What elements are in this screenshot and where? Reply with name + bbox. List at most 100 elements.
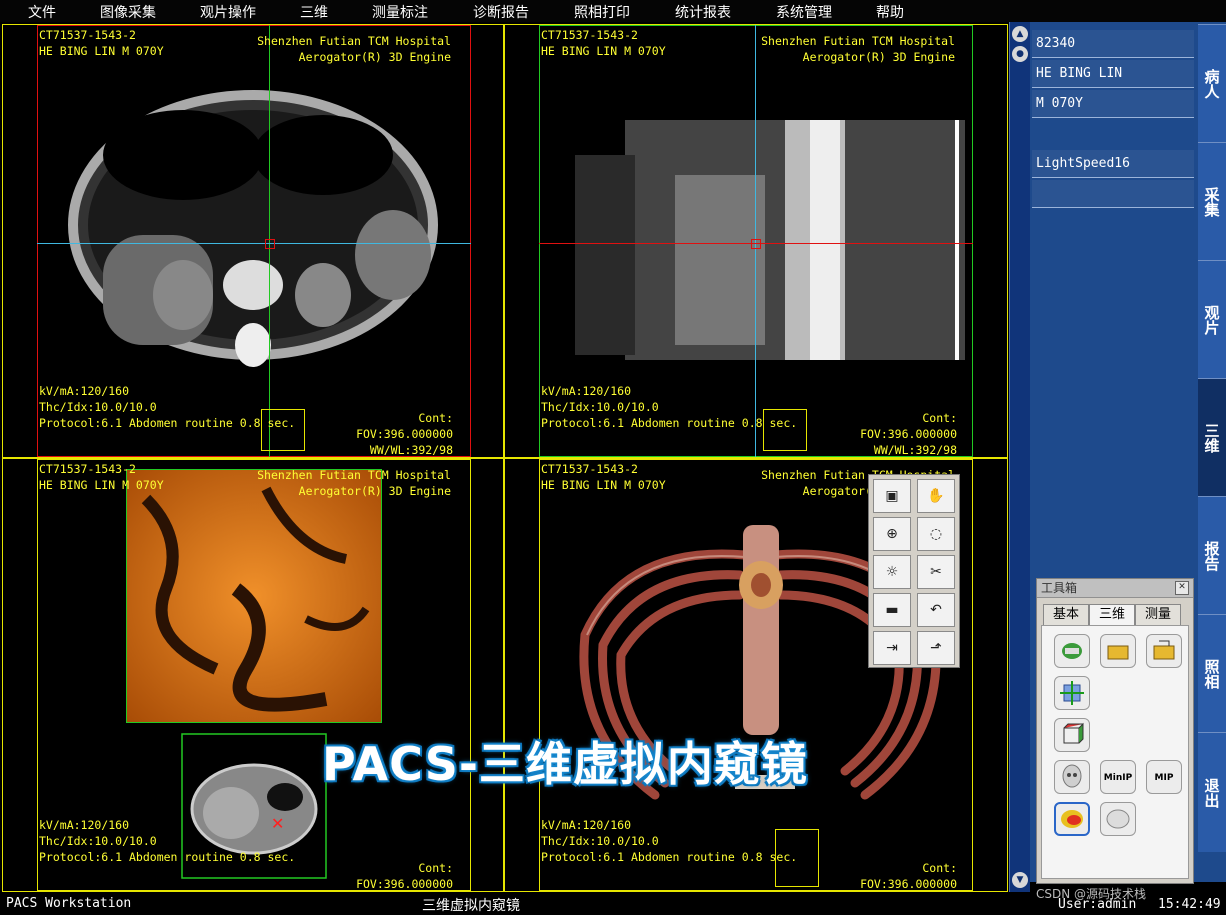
sun-brightness-icon[interactable]: ☼ [873, 555, 911, 589]
viewport-sagittal[interactable]: CT71537-1543-2 HE BING LIN M 070Y Shenzh… [504, 24, 1008, 458]
side-tab-photo[interactable]: 照相 [1198, 614, 1226, 732]
side-tab-view[interactable]: 观片 [1198, 260, 1226, 378]
patient-sex-age: M 070Y [1032, 90, 1194, 118]
engine-label: Aerogator(R) 3D Engine [802, 50, 955, 64]
toolbox-window: 工具箱 ✕ 基本 三维 测量 MinIP MIP [1036, 578, 1194, 884]
export-icon[interactable]: ⬏ [917, 631, 955, 665]
menu-system[interactable]: 系统管理 [776, 2, 832, 22]
cont-label: Cont: [418, 411, 453, 425]
hospital-label: Shenzhen Futian TCM Hospital [257, 468, 451, 482]
viewport-endoscopy[interactable]: ✕ CT71537-1543-2 HE BING LIN M 070Y Shen… [2, 458, 504, 892]
axial-ct-image [68, 90, 438, 367]
kv-label: kV/mA:120/160 [39, 384, 130, 398]
close-icon[interactable]: ✕ [1175, 581, 1189, 595]
engine-label: Aerogator(R) 3D Engine [298, 50, 451, 64]
protocol-label: Protocol:6.1 Abdomen routine 0.8 sec. [541, 850, 798, 864]
camera-position-marker: ✕ [271, 814, 284, 833]
status-bar: PACS Workstation 三维虚拟内窥镜 CSDN @源码技术栈 Use… [0, 887, 1226, 915]
hospital-label: Shenzhen Futian TCM Hospital [761, 34, 955, 48]
tab-3d[interactable]: 三维 [1089, 604, 1135, 625]
menu-print[interactable]: 照相打印 [574, 2, 630, 22]
title-watermark: PACS-三维虚拟内窥镜 [322, 737, 808, 791]
menu-statistics[interactable]: 统计报表 [675, 2, 731, 22]
patient-label: HE BING LIN M 070Y [39, 44, 164, 58]
orientation-cube-icon[interactable] [775, 829, 819, 887]
menu-bar: 文件 图像采集 观片操作 三维 测量标注 诊断报告 照相打印 统计报表 系统管理… [0, 0, 1226, 22]
mpr-plane-icon[interactable] [1054, 676, 1090, 710]
menu-report[interactable]: 诊断报告 [473, 2, 529, 22]
save-folder-icon[interactable] [1146, 634, 1182, 668]
status-time: 15:42:49 [1158, 897, 1221, 912]
study-id: CT71537-1543-2 [39, 462, 136, 476]
side-tab-3d[interactable]: 三维 [1198, 378, 1226, 496]
patient-label: HE BING LIN M 070Y [541, 44, 666, 58]
lasso-icon[interactable]: ◌ [917, 517, 955, 551]
orientation-cube-icon[interactable] [261, 409, 305, 451]
kv-label: kV/mA:120/160 [541, 384, 632, 398]
thc-label: Thc/Idx:10.0/10.0 [541, 400, 659, 414]
kv-label: kV/mA:120/160 [39, 818, 130, 832]
status-mode: 三维虚拟内窥镜 [422, 898, 520, 914]
study-id: CT71537-1543-2 [39, 28, 136, 42]
crosshair-center[interactable] [751, 239, 761, 249]
crosshair-horizontal[interactable] [37, 243, 471, 244]
wwwl-label: WW/WL:392/98 [369, 443, 453, 457]
thc-label: Thc/Idx:10.0/10.0 [39, 834, 157, 848]
fov-label: FOV:396.000000 [860, 877, 957, 891]
menu-file[interactable]: 文件 [28, 2, 56, 22]
empty-field [1032, 180, 1194, 208]
scroll-up-icon[interactable]: ▲ [1012, 26, 1028, 42]
scissors-icon[interactable]: ✂ [917, 555, 955, 589]
tab-measure[interactable]: 测量 [1135, 604, 1181, 626]
undo-icon[interactable]: ↶ [917, 593, 955, 627]
fov-label: FOV:396.000000 [860, 427, 957, 441]
viewport-axial[interactable]: CT71537-1543-2 HE BING LIN M 070Y Shenzh… [2, 24, 504, 458]
skull-icon[interactable] [1054, 760, 1090, 794]
wwwl-label: WW/WL:392/98 [873, 443, 957, 457]
split-view-icon[interactable]: ⇥ [873, 631, 911, 665]
open-folder-icon[interactable] [1100, 634, 1136, 668]
crosshair-center[interactable] [265, 239, 275, 249]
ruler-icon[interactable]: ▬ [873, 593, 911, 627]
zoom-icon[interactable]: ⊕ [873, 517, 911, 551]
patient-name: HE BING LIN [1032, 60, 1194, 88]
engine-label: Aerogator(R) 3D Engine [298, 484, 451, 498]
menu-view-ops[interactable]: 观片操作 [200, 2, 256, 22]
scroll-down-icon[interactable]: ▼ [1012, 872, 1028, 888]
tab-basic[interactable]: 基本 [1043, 604, 1089, 626]
protocol-label: Protocol:6.1 Abdomen routine 0.8 sec. [39, 416, 296, 430]
orientation-cube-icon[interactable] [763, 409, 807, 451]
menu-help[interactable]: 帮助 [876, 2, 904, 22]
virtual-endoscopy-icon[interactable] [1054, 802, 1090, 836]
cont-label: Cont: [922, 861, 957, 875]
toolbox-body: MinIP MIP [1041, 625, 1189, 879]
brain-icon[interactable] [1100, 802, 1136, 836]
tool-palette: ▣ ✋ ⊕ ◌ ☼ ✂ ▬ ↶ ⇥ ⬏ [868, 474, 960, 668]
side-tab-report[interactable]: 报告 [1198, 496, 1226, 614]
hand-pan-icon[interactable]: ✋ [917, 479, 955, 513]
cube-icon[interactable] [1054, 718, 1090, 752]
fov-label: FOV:396.000000 [356, 427, 453, 441]
side-tab-patient[interactable]: 病人 [1198, 24, 1226, 142]
kv-label: kV/mA:120/160 [541, 818, 632, 832]
menu-3d[interactable]: 三维 [300, 2, 328, 22]
sagittal-ct-image [575, 120, 965, 360]
cont-label: Cont: [418, 861, 453, 875]
layers-icon[interactable] [1054, 634, 1090, 668]
protocol-label: Protocol:6.1 Abdomen routine 0.8 sec. [541, 416, 798, 430]
scroll-thumb[interactable]: ● [1012, 46, 1028, 62]
side-tab-exit[interactable]: 退出 [1198, 732, 1226, 852]
volume-box-icon[interactable]: ▣ [873, 479, 911, 513]
vertical-scrollbar[interactable]: ▲ ● ▼ [1009, 22, 1030, 892]
side-tab-acquire[interactable]: 采集 [1198, 142, 1226, 260]
patient-id: 82340 [1032, 30, 1194, 58]
mip-icon[interactable]: MIP [1146, 760, 1182, 794]
protocol-label: Protocol:6.1 Abdomen routine 0.8 sec. [39, 850, 296, 864]
study-id: CT71537-1543-2 [541, 462, 638, 476]
toolbox-title[interactable]: 工具箱 ✕ [1037, 579, 1193, 598]
status-user: User:admin [1058, 897, 1137, 912]
minip-icon[interactable]: MinIP [1100, 760, 1136, 794]
patient-label: HE BING LIN M 070Y [39, 478, 164, 492]
menu-measure[interactable]: 测量标注 [372, 2, 428, 22]
menu-image-acquire[interactable]: 图像采集 [100, 2, 156, 22]
